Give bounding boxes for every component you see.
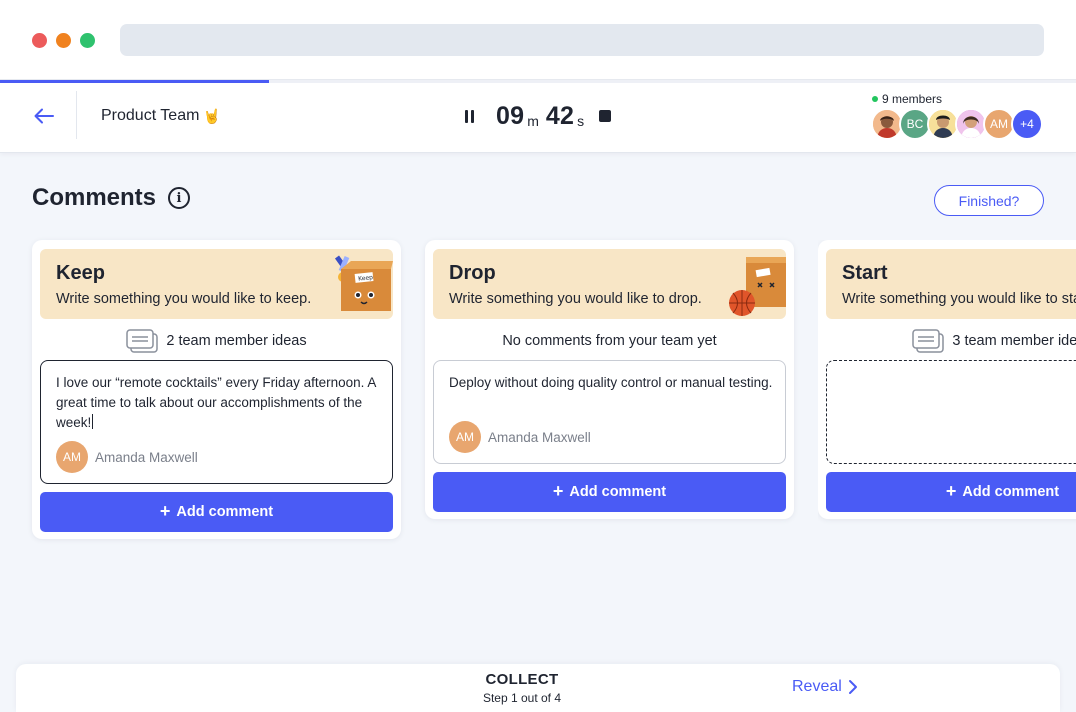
comment-text-input[interactable]: I love our “remote cocktails” every Frid… [56, 373, 381, 433]
team-name: Product Team 🤘 [101, 107, 221, 125]
column-header: Keep Write something you would like to k… [40, 249, 393, 319]
members-count-label: 9 members [882, 92, 943, 106]
column-empty-state: No comments from your team yet [425, 328, 794, 354]
column-empty-state-label: No comments from your team yet [502, 333, 717, 349]
pause-icon-bar [470, 109, 474, 123]
person-photo-icon [873, 110, 901, 138]
pause-button[interactable] [460, 107, 478, 125]
window-maximize-dot[interactable] [80, 33, 95, 48]
page-title: Comments i [32, 184, 191, 212]
cards-stack-icon [126, 329, 159, 353]
column-header: Drop Write something you would like to d… [433, 249, 786, 319]
phase-footer: COLLECT Step 1 out of 4 Reveal [16, 664, 1060, 712]
window-close-dot[interactable] [32, 33, 47, 48]
header-divider [76, 91, 77, 139]
timer-seconds-unit: s [577, 112, 585, 129]
column-idea-count-label: 3 team member ideas [952, 333, 1076, 349]
column-header: Start Write something you would like to … [826, 249, 1076, 319]
column-description: Write something you would like to start. [842, 291, 1076, 307]
comment-card-editing[interactable]: I love our “remote cocktails” every Frid… [40, 360, 393, 484]
browser-chrome [0, 0, 1076, 80]
avatar: AM [449, 421, 481, 453]
comment-author: AM Amanda Maxwell [449, 421, 591, 453]
add-comment-button[interactable]: + Add comment [40, 492, 393, 532]
text-caret [92, 414, 94, 429]
column-start: Start Write something you would like to … [818, 240, 1076, 519]
column-title: Start [842, 262, 888, 284]
timer: 09 m 42 s [460, 99, 612, 133]
phase-step: Step 1 out of 4 [482, 691, 562, 705]
author-name: Amanda Maxwell [488, 429, 591, 445]
plus-icon: + [552, 481, 564, 501]
team-name-label: Product Team [101, 107, 200, 124]
pause-icon-bar [464, 109, 468, 123]
add-comment-label: Add comment [569, 484, 667, 500]
avatar-initials: AM [990, 117, 1008, 131]
avatar: AM [56, 441, 88, 473]
column-idea-count: 3 team member ideas [818, 328, 1076, 354]
online-indicator-icon [872, 96, 878, 102]
avatar-initials: BC [906, 117, 924, 131]
person-photo-icon [957, 110, 985, 138]
reveal-label: Reveal [792, 678, 842, 695]
info-icon[interactable]: i [168, 187, 191, 209]
column-drop: Drop Write something you would like to d… [425, 240, 794, 519]
chevron-right-icon [848, 680, 857, 694]
plus-icon: + [945, 481, 957, 501]
comment-author: AM Amanda Maxwell [56, 441, 198, 473]
more-members-count: +4 [1020, 117, 1034, 131]
page-title-label: Comments [32, 184, 157, 211]
comment-card[interactable]: Deploy without doing quality control or … [433, 360, 786, 464]
add-comment-button[interactable]: + Add comment [826, 472, 1076, 512]
back-button[interactable] [26, 101, 62, 131]
person-photo-icon [929, 110, 957, 138]
arrow-left-icon [34, 108, 54, 124]
members-count: 9 members [872, 92, 942, 106]
column-description: Write something you would like to keep. [56, 291, 312, 307]
address-bar[interactable] [120, 24, 1044, 56]
timer-minutes: 09 [496, 101, 525, 130]
column-title: Keep [56, 262, 105, 284]
window-minimize-dot[interactable] [56, 33, 71, 48]
add-comment-button[interactable]: + Add comment [433, 472, 786, 512]
member-avatars[interactable]: BC AM +4 [871, 108, 1043, 140]
rock-hand-emoji-icon: 🤘 [203, 107, 221, 124]
more-members-avatar[interactable]: +4 [1011, 108, 1043, 140]
drop-box-illustration-icon [729, 257, 786, 316]
column-title: Drop [449, 262, 496, 284]
author-name: Amanda Maxwell [95, 449, 198, 465]
finished-button[interactable]: Finished? [934, 185, 1044, 216]
comment-text: I love our “remote cocktails” every Frid… [56, 375, 376, 430]
column-description: Write something you would like to drop. [449, 291, 702, 307]
timer-minutes-unit: m [527, 112, 539, 129]
keep-box-illustration-icon: Keep [334, 255, 393, 311]
session-header: Product Team 🤘 09 m 42 s 9 members BC AM… [0, 83, 1076, 153]
comment-text: Deploy without doing quality control or … [449, 375, 773, 390]
column-idea-count-label: 2 team member ideas [166, 333, 307, 349]
add-comment-label: Add comment [962, 484, 1060, 500]
column-start-clip: Start Write something you would like to … [818, 240, 1076, 530]
cards-stack-icon [912, 329, 945, 353]
stop-button[interactable] [599, 110, 612, 122]
column-keep: Keep Write something you would like to k… [32, 240, 401, 539]
column-idea-count: 2 team member ideas [32, 328, 401, 354]
phase-title: COLLECT [485, 671, 559, 688]
comment-drop-placeholder[interactable] [826, 360, 1076, 464]
add-comment-label: Add comment [176, 504, 274, 520]
timer-seconds: 42 [545, 101, 575, 130]
plus-icon: + [159, 501, 171, 521]
reveal-button[interactable]: Reveal [792, 678, 858, 696]
